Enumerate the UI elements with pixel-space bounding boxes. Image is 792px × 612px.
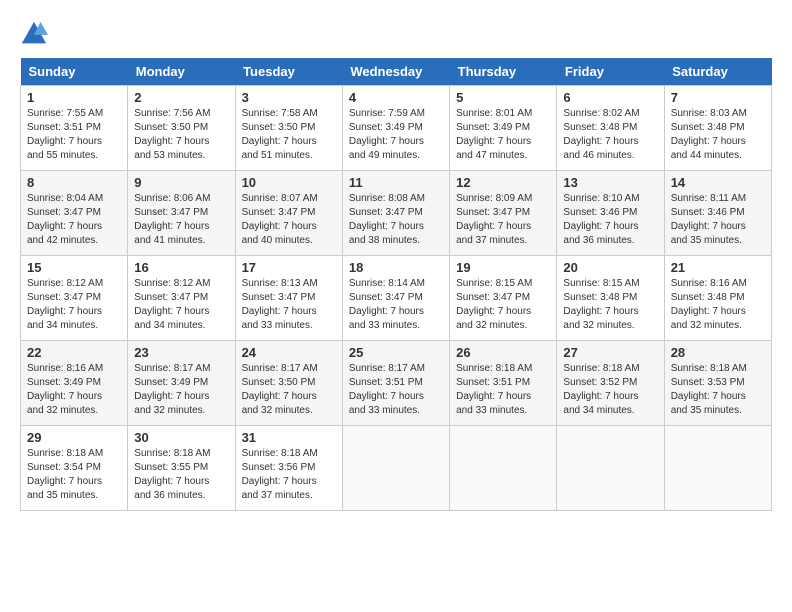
calendar-cell-10: 10Sunrise: 8:07 AMSunset: 3:47 PMDayligh… (235, 171, 342, 256)
calendar-cell-empty (557, 426, 664, 511)
calendar-cell-8: 8Sunrise: 8:04 AMSunset: 3:47 PMDaylight… (21, 171, 128, 256)
page-header (20, 20, 772, 48)
calendar-cell-23: 23Sunrise: 8:17 AMSunset: 3:49 PMDayligh… (128, 341, 235, 426)
calendar-cell-1: 1Sunrise: 7:55 AMSunset: 3:51 PMDaylight… (21, 86, 128, 171)
calendar-cell-29: 29Sunrise: 8:18 AMSunset: 3:54 PMDayligh… (21, 426, 128, 511)
calendar-week-4: 29Sunrise: 8:18 AMSunset: 3:54 PMDayligh… (21, 426, 772, 511)
calendar-cell-16: 16Sunrise: 8:12 AMSunset: 3:47 PMDayligh… (128, 256, 235, 341)
calendar-week-2: 15Sunrise: 8:12 AMSunset: 3:47 PMDayligh… (21, 256, 772, 341)
calendar-cell-4: 4Sunrise: 7:59 AMSunset: 3:49 PMDaylight… (342, 86, 449, 171)
calendar-cell-empty (450, 426, 557, 511)
calendar-cell-12: 12Sunrise: 8:09 AMSunset: 3:47 PMDayligh… (450, 171, 557, 256)
calendar-cell-17: 17Sunrise: 8:13 AMSunset: 3:47 PMDayligh… (235, 256, 342, 341)
calendar-cell-15: 15Sunrise: 8:12 AMSunset: 3:47 PMDayligh… (21, 256, 128, 341)
header-monday: Monday (128, 58, 235, 86)
calendar-cell-21: 21Sunrise: 8:16 AMSunset: 3:48 PMDayligh… (664, 256, 771, 341)
header-tuesday: Tuesday (235, 58, 342, 86)
header-thursday: Thursday (450, 58, 557, 86)
header-friday: Friday (557, 58, 664, 86)
calendar-cell-20: 20Sunrise: 8:15 AMSunset: 3:48 PMDayligh… (557, 256, 664, 341)
calendar-cell-empty (664, 426, 771, 511)
calendar-cell-7: 7Sunrise: 8:03 AMSunset: 3:48 PMDaylight… (664, 86, 771, 171)
calendar-cell-14: 14Sunrise: 8:11 AMSunset: 3:46 PMDayligh… (664, 171, 771, 256)
calendar-cell-26: 26Sunrise: 8:18 AMSunset: 3:51 PMDayligh… (450, 341, 557, 426)
calendar-cell-30: 30Sunrise: 8:18 AMSunset: 3:55 PMDayligh… (128, 426, 235, 511)
calendar-cell-18: 18Sunrise: 8:14 AMSunset: 3:47 PMDayligh… (342, 256, 449, 341)
calendar-cell-22: 22Sunrise: 8:16 AMSunset: 3:49 PMDayligh… (21, 341, 128, 426)
calendar-cell-6: 6Sunrise: 8:02 AMSunset: 3:48 PMDaylight… (557, 86, 664, 171)
header-saturday: Saturday (664, 58, 771, 86)
calendar-cell-31: 31Sunrise: 8:18 AMSunset: 3:56 PMDayligh… (235, 426, 342, 511)
calendar-week-3: 22Sunrise: 8:16 AMSunset: 3:49 PMDayligh… (21, 341, 772, 426)
calendar-week-0: 1Sunrise: 7:55 AMSunset: 3:51 PMDaylight… (21, 86, 772, 171)
calendar-cell-13: 13Sunrise: 8:10 AMSunset: 3:46 PMDayligh… (557, 171, 664, 256)
calendar-table: SundayMondayTuesdayWednesdayThursdayFrid… (20, 58, 772, 511)
calendar-cell-19: 19Sunrise: 8:15 AMSunset: 3:47 PMDayligh… (450, 256, 557, 341)
calendar-header-row: SundayMondayTuesdayWednesdayThursdayFrid… (21, 58, 772, 86)
calendar-cell-24: 24Sunrise: 8:17 AMSunset: 3:50 PMDayligh… (235, 341, 342, 426)
calendar-cell-25: 25Sunrise: 8:17 AMSunset: 3:51 PMDayligh… (342, 341, 449, 426)
logo-icon (20, 20, 48, 48)
calendar-week-1: 8Sunrise: 8:04 AMSunset: 3:47 PMDaylight… (21, 171, 772, 256)
calendar-cell-11: 11Sunrise: 8:08 AMSunset: 3:47 PMDayligh… (342, 171, 449, 256)
calendar-cell-28: 28Sunrise: 8:18 AMSunset: 3:53 PMDayligh… (664, 341, 771, 426)
calendar-cell-2: 2Sunrise: 7:56 AMSunset: 3:50 PMDaylight… (128, 86, 235, 171)
calendar-cell-5: 5Sunrise: 8:01 AMSunset: 3:49 PMDaylight… (450, 86, 557, 171)
header-wednesday: Wednesday (342, 58, 449, 86)
header-sunday: Sunday (21, 58, 128, 86)
calendar-cell-9: 9Sunrise: 8:06 AMSunset: 3:47 PMDaylight… (128, 171, 235, 256)
calendar-cell-27: 27Sunrise: 8:18 AMSunset: 3:52 PMDayligh… (557, 341, 664, 426)
calendar-cell-empty (342, 426, 449, 511)
logo (20, 20, 52, 48)
calendar-cell-3: 3Sunrise: 7:58 AMSunset: 3:50 PMDaylight… (235, 86, 342, 171)
